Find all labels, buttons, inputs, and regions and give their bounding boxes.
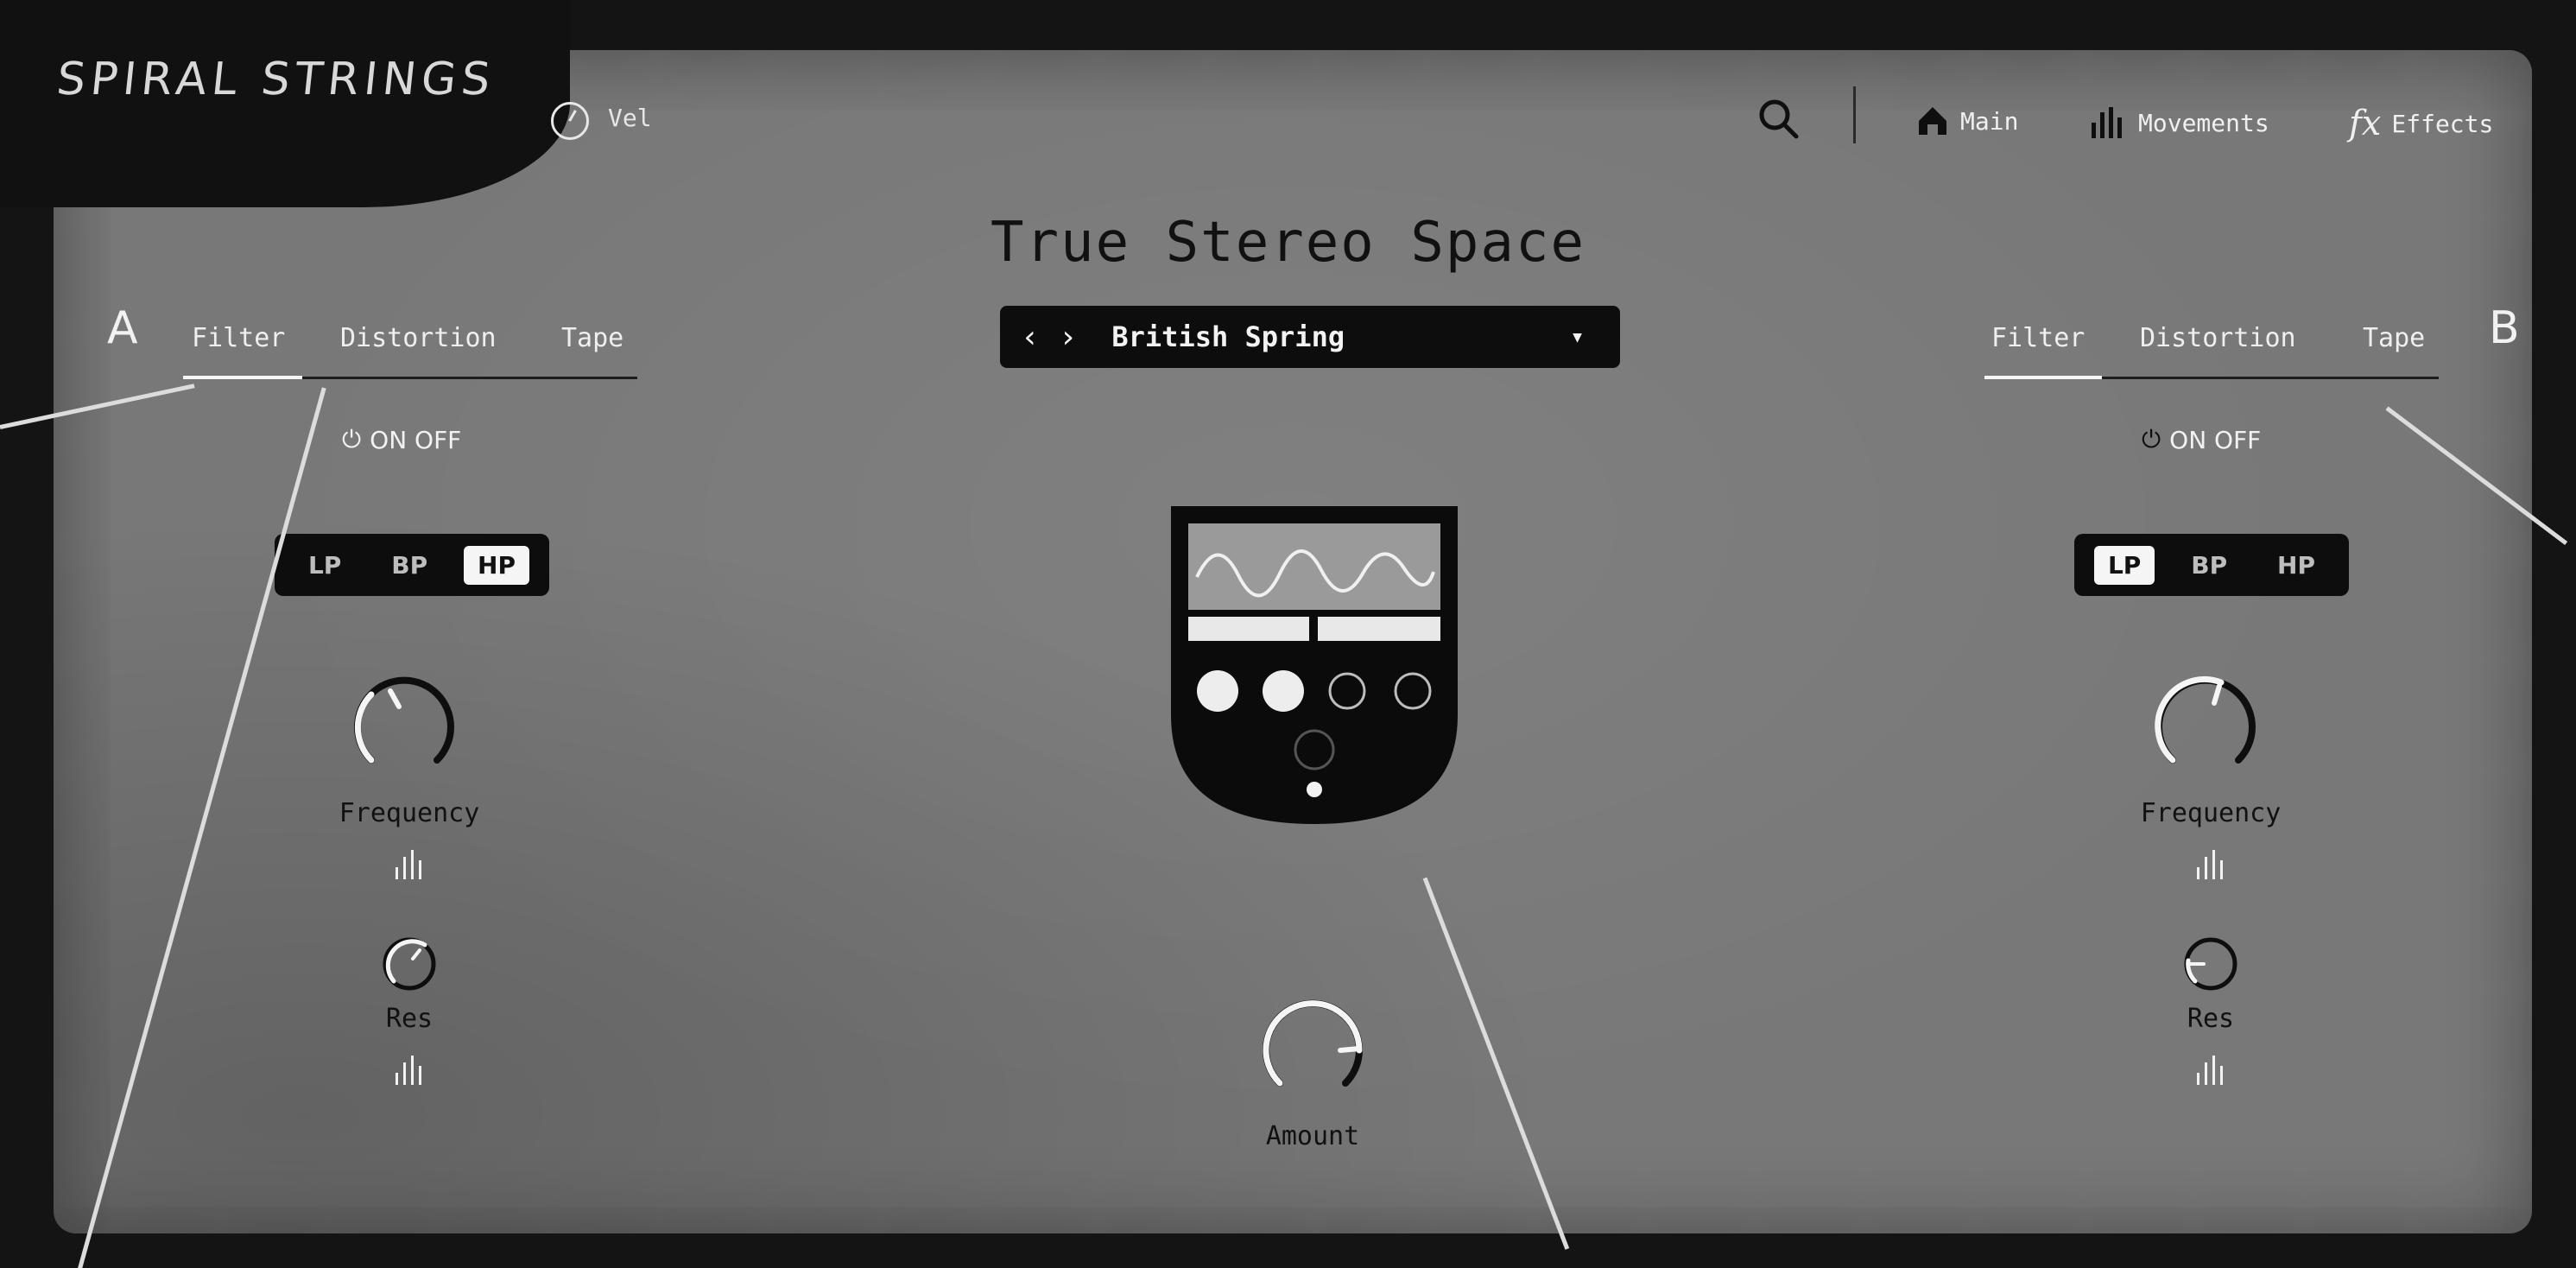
section-b-tab-tape[interactable]: Tape xyxy=(2363,323,2425,353)
section-a-active-tab-indicator xyxy=(183,376,302,379)
amount-label: Amount xyxy=(1265,1121,1360,1151)
section-b-letter: B xyxy=(2489,302,2520,354)
section-b-mode-bp[interactable]: BP xyxy=(2177,546,2241,585)
preset-name: British Spring xyxy=(1111,320,1345,353)
section-b-res-label: Res xyxy=(2187,1004,2235,1034)
section-b-frequency-mod-icon[interactable] xyxy=(2197,850,2223,879)
section-a-res-label: Res xyxy=(385,1004,434,1034)
section-a-frequency-label: Frequency xyxy=(339,798,480,828)
preset-selector[interactable]: ‹ › British Spring ▼ xyxy=(1000,306,1620,368)
section-a-power-toggle[interactable]: ⏻ ON OFF xyxy=(342,425,461,454)
nav-effects-label: Effects xyxy=(2391,109,2494,138)
nav-movements[interactable]: Movements xyxy=(2090,104,2269,142)
effect-title: True Stereo Space xyxy=(990,211,1586,275)
section-a-tab-tape[interactable]: Tape xyxy=(561,323,623,353)
nav-main[interactable]: Main xyxy=(1915,104,2018,138)
section-a-res-knob[interactable] xyxy=(380,935,439,997)
section-b-power-toggle[interactable]: ⏻ ON OFF xyxy=(2142,425,2261,454)
velocity-knob[interactable] xyxy=(551,102,589,140)
search-icon[interactable] xyxy=(1756,97,1801,142)
fx-icon: fx xyxy=(2349,104,2382,143)
app-logo: SPIRAL STRINGS xyxy=(54,54,498,105)
section-b-frequency-knob[interactable] xyxy=(2147,669,2264,789)
section-b-active-tab-indicator xyxy=(1984,376,2102,379)
section-b-tab-distortion[interactable]: Distortion xyxy=(2140,323,2296,353)
section-b-res-knob[interactable] xyxy=(2181,935,2240,997)
section-b-mode-lp[interactable]: LP xyxy=(2093,545,2155,585)
next-preset-icon[interactable]: › xyxy=(1059,320,1078,355)
frame-background: SPIRAL STRINGS Vel Main Movements fx Eff… xyxy=(0,0,2576,1268)
section-a-power-label: ON OFF xyxy=(370,425,462,454)
nav-main-label: Main xyxy=(1960,106,2019,136)
section-b-power-label: ON OFF xyxy=(2169,425,2262,454)
dropdown-icon[interactable]: ▼ xyxy=(1573,328,1582,346)
section-b-res-mod-icon[interactable] xyxy=(2197,1056,2223,1085)
section-a-mode-lp[interactable]: LP xyxy=(294,546,355,585)
bars-icon xyxy=(2090,104,2128,142)
section-a-tab-distortion[interactable]: Distortion xyxy=(340,323,497,353)
amount-knob[interactable] xyxy=(1254,992,1371,1113)
home-icon xyxy=(1915,104,1950,138)
power-icon: ⏻ xyxy=(342,425,362,453)
velocity-label: Vel xyxy=(608,104,652,132)
section-a-frequency-knob[interactable] xyxy=(345,669,463,789)
section-a-mode-hp[interactable]: HP xyxy=(464,545,530,585)
section-b-filter-mode[interactable]: LP BP HP xyxy=(2074,534,2349,596)
section-a-letter: A xyxy=(107,302,138,354)
reverb-pedal-image xyxy=(1166,499,1463,827)
nav-movements-label: Movements xyxy=(2138,108,2269,137)
nav-divider xyxy=(1853,86,1856,143)
prev-preset-icon[interactable]: ‹ xyxy=(1021,320,1040,355)
section-b-mode-hp[interactable]: HP xyxy=(2263,546,2329,585)
section-a-res-mod-icon[interactable] xyxy=(396,1056,421,1085)
section-a-filter-mode[interactable]: LP BP HP xyxy=(275,534,549,596)
section-b-tab-filter[interactable]: Filter xyxy=(1991,323,2085,353)
section-a-frequency-mod-icon[interactable] xyxy=(396,850,421,879)
power-icon: ⏻ xyxy=(2142,425,2161,453)
section-a-tab-filter[interactable]: Filter xyxy=(192,323,285,353)
nav-effects[interactable]: fx Effects xyxy=(2349,104,2493,143)
section-b-frequency-label: Frequency xyxy=(2140,798,2282,828)
section-a-mode-bp[interactable]: BP xyxy=(377,546,441,585)
